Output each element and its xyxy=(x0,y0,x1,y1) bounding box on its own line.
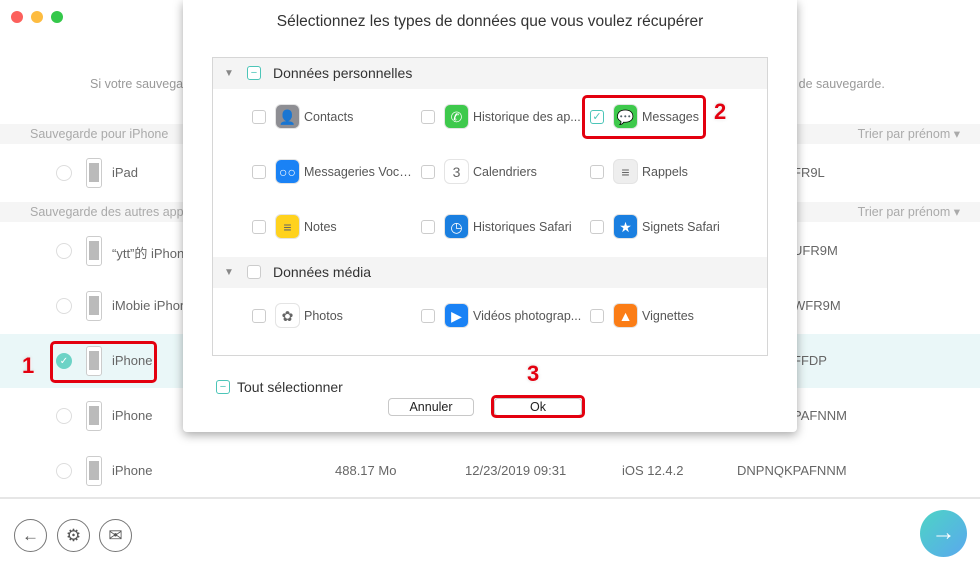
highlight-box-1 xyxy=(50,341,157,383)
mail-button[interactable]: ✉ xyxy=(99,519,132,552)
device-icon xyxy=(86,456,102,486)
data-type-label: Vidéos photograp... xyxy=(473,309,582,323)
data-type-item[interactable]: ≡ Notes xyxy=(252,214,417,240)
backup-radio[interactable] xyxy=(56,408,72,424)
device-id: FR9L xyxy=(793,165,825,180)
data-type-checkbox[interactable] xyxy=(421,220,435,234)
device-id: PAFNNM xyxy=(793,408,847,423)
safari-bookmarks-icon: ★ xyxy=(613,214,638,239)
section-label: Données média xyxy=(273,264,372,280)
data-type-checkbox[interactable] xyxy=(252,309,266,323)
video-icon: ▶ xyxy=(444,303,469,328)
backup-radio[interactable] xyxy=(56,165,72,181)
highlight-box-2 xyxy=(582,95,706,139)
next-button[interactable]: → xyxy=(920,510,967,557)
device-id: FFDP xyxy=(793,353,827,368)
data-type-label: Signets Safari xyxy=(642,220,720,234)
section-header[interactable]: ▼ − Données personnelles xyxy=(213,58,767,89)
data-type-checkbox[interactable] xyxy=(590,309,604,323)
section-header[interactable]: ▼ Données média xyxy=(213,257,767,288)
data-type-item[interactable]: ★ Signets Safari xyxy=(590,214,755,240)
data-type-label: Rappels xyxy=(642,165,688,179)
step-number: 1 xyxy=(22,353,35,378)
select-all-checkbox[interactable]: − xyxy=(216,380,230,394)
data-type-label: Vignettes xyxy=(642,309,694,323)
data-type-checkbox[interactable] xyxy=(421,110,435,124)
data-type-dialog: Sélectionnez les types de données que vo… xyxy=(183,0,797,432)
data-type-item[interactable]: ○○ Messageries Voca... xyxy=(252,159,417,185)
cancel-button[interactable]: Annuler xyxy=(388,398,474,416)
device-name: “ytt”的 iPhon xyxy=(112,246,185,261)
data-type-checkbox[interactable] xyxy=(252,110,266,124)
device-icon xyxy=(86,158,102,188)
data-type-checkbox[interactable] xyxy=(590,165,604,179)
data-type-label: Notes xyxy=(304,220,337,234)
settings-button[interactable]: ⚙ xyxy=(57,519,90,552)
data-type-item[interactable]: ◷ Historiques Safari xyxy=(421,214,586,240)
data-type-item[interactable]: ✿ Photos xyxy=(252,303,417,329)
device-icon xyxy=(86,236,102,266)
sort-dropdown[interactable]: Trier par prénom ▾ xyxy=(858,124,960,144)
close-window-button[interactable] xyxy=(11,11,23,23)
safari-history-icon: ◷ xyxy=(444,214,469,239)
device-id: UFR9M xyxy=(793,243,838,258)
contacts-icon: 👤 xyxy=(275,104,300,129)
data-type-item[interactable]: ✆ Historique des ap... xyxy=(421,104,586,130)
notes-icon: ≡ xyxy=(275,214,300,239)
data-type-label: Photos xyxy=(304,309,343,323)
backup-row[interactable]: iPhone 488.17 Mo 12/23/2019 09:31 iOS 12.… xyxy=(0,444,980,498)
device-name: iPad xyxy=(112,165,139,180)
thumbnails-icon: ▲ xyxy=(613,303,638,328)
sort-dropdown[interactable]: Trier par prénom ▾ xyxy=(858,202,960,222)
backup-radio[interactable] xyxy=(56,243,72,259)
data-type-label: Messageries Voca... xyxy=(304,165,416,179)
collapse-triangle-icon[interactable]: ▼ xyxy=(224,257,234,288)
backup-radio[interactable] xyxy=(56,298,72,314)
section-checkbox[interactable]: − xyxy=(247,66,261,80)
backup-date: 12/23/2019 09:31 xyxy=(465,463,567,478)
phone-icon: ✆ xyxy=(444,104,469,129)
data-type-checkbox[interactable] xyxy=(421,309,435,323)
data-type-item[interactable]: 3 Calendriers xyxy=(421,159,586,185)
data-type-label: Contacts xyxy=(304,110,354,124)
data-type-item[interactable]: 👤 Contacts xyxy=(252,104,417,130)
calendar-icon: 3 xyxy=(444,159,469,184)
reminders-icon: ≡ xyxy=(613,159,638,184)
backup-size: 488.17 Mo xyxy=(335,463,397,478)
device-icon xyxy=(86,291,102,321)
device-id: WFR9M xyxy=(793,298,841,313)
ios-version: iOS 12.4.2 xyxy=(622,463,684,478)
backup-radio[interactable] xyxy=(56,463,72,479)
step-number: 3 xyxy=(527,361,540,386)
device-icon xyxy=(86,401,102,431)
highlight-box-3 xyxy=(491,395,585,418)
section-label: Données personnelles xyxy=(273,65,413,81)
device-name: iPhone xyxy=(112,408,153,423)
minimize-window-button[interactable] xyxy=(31,11,43,23)
device-name: iMobie iPhon xyxy=(112,298,188,313)
device-name: iPhone xyxy=(112,463,153,478)
collapse-triangle-icon[interactable]: ▼ xyxy=(224,58,234,89)
data-type-label: Historique des ap... xyxy=(473,110,581,124)
data-type-checkbox[interactable] xyxy=(421,165,435,179)
data-type-item[interactable]: ▲ Vignettes xyxy=(590,303,755,329)
data-type-checkbox[interactable] xyxy=(252,220,266,234)
data-type-checkbox[interactable] xyxy=(252,165,266,179)
photos-icon: ✿ xyxy=(275,303,300,328)
select-all-label[interactable]: Tout sélectionner xyxy=(237,379,343,395)
data-type-label: Calendriers xyxy=(473,165,537,179)
divider xyxy=(0,497,980,499)
maximize-window-button[interactable] xyxy=(51,11,63,23)
data-type-item[interactable]: ≡ Rappels xyxy=(590,159,755,185)
data-type-checkbox[interactable] xyxy=(590,220,604,234)
section-checkbox[interactable] xyxy=(247,265,261,279)
step-number: 2 xyxy=(714,99,727,124)
back-button[interactable]: ← xyxy=(14,519,47,552)
device-id: DNPNQKPAFNNM xyxy=(737,463,847,478)
data-type-label: Historiques Safari xyxy=(473,220,572,234)
dialog-title: Sélectionnez les types de données que vo… xyxy=(276,13,704,30)
voicemail-icon: ○○ xyxy=(275,159,300,184)
data-type-item[interactable]: ▶ Vidéos photograp... xyxy=(421,303,586,329)
